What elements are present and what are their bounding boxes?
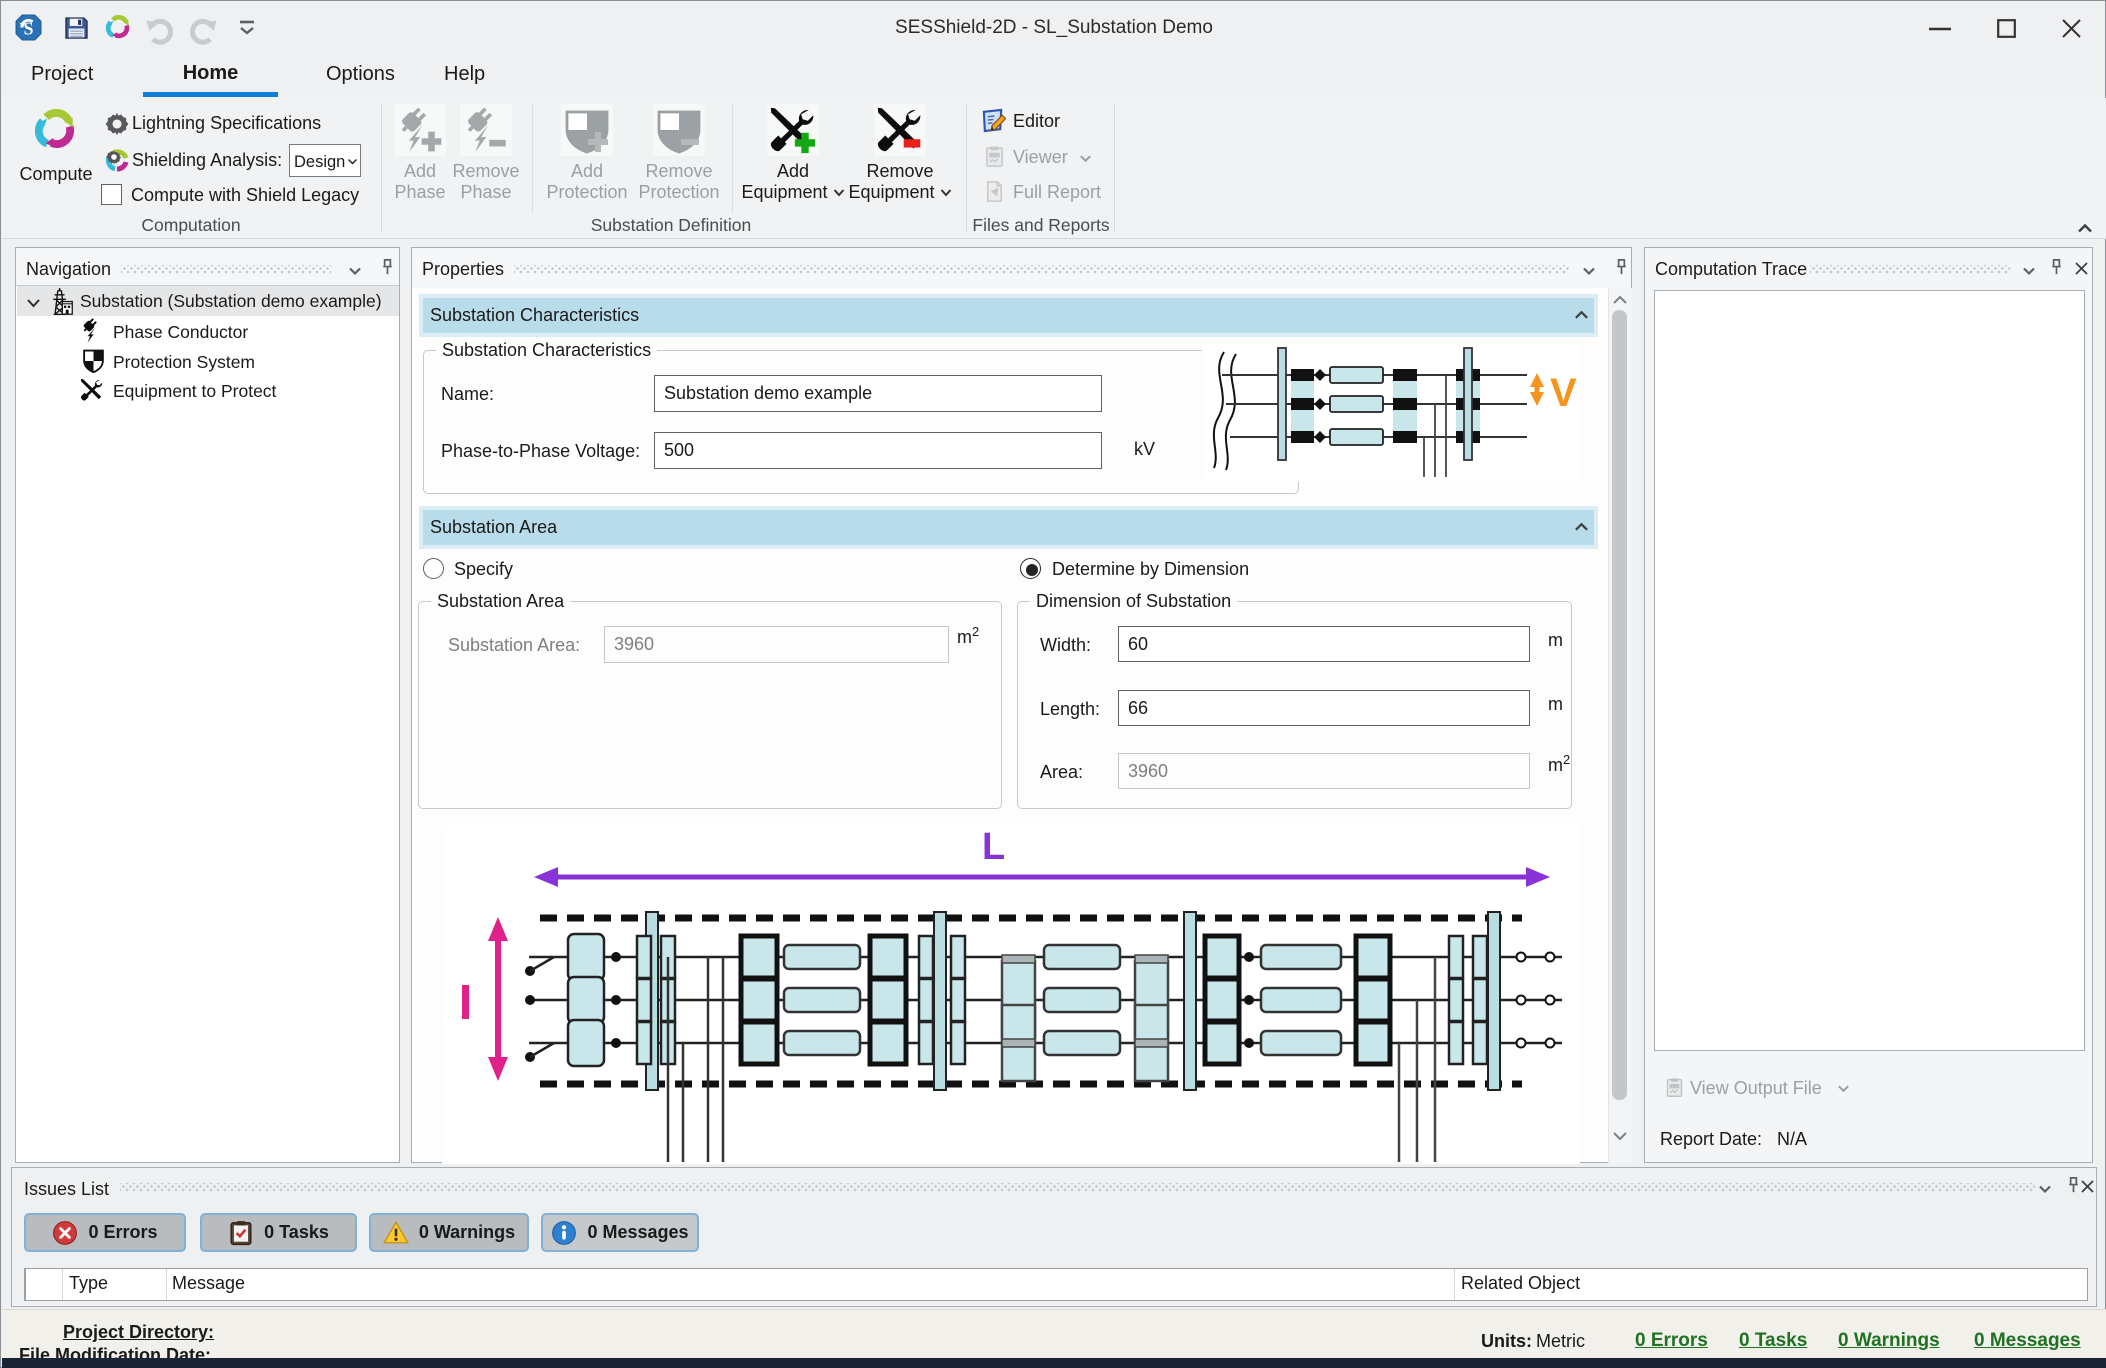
svg-text:V: V [1550,371,1577,415]
svg-text:L: L [982,826,1005,868]
